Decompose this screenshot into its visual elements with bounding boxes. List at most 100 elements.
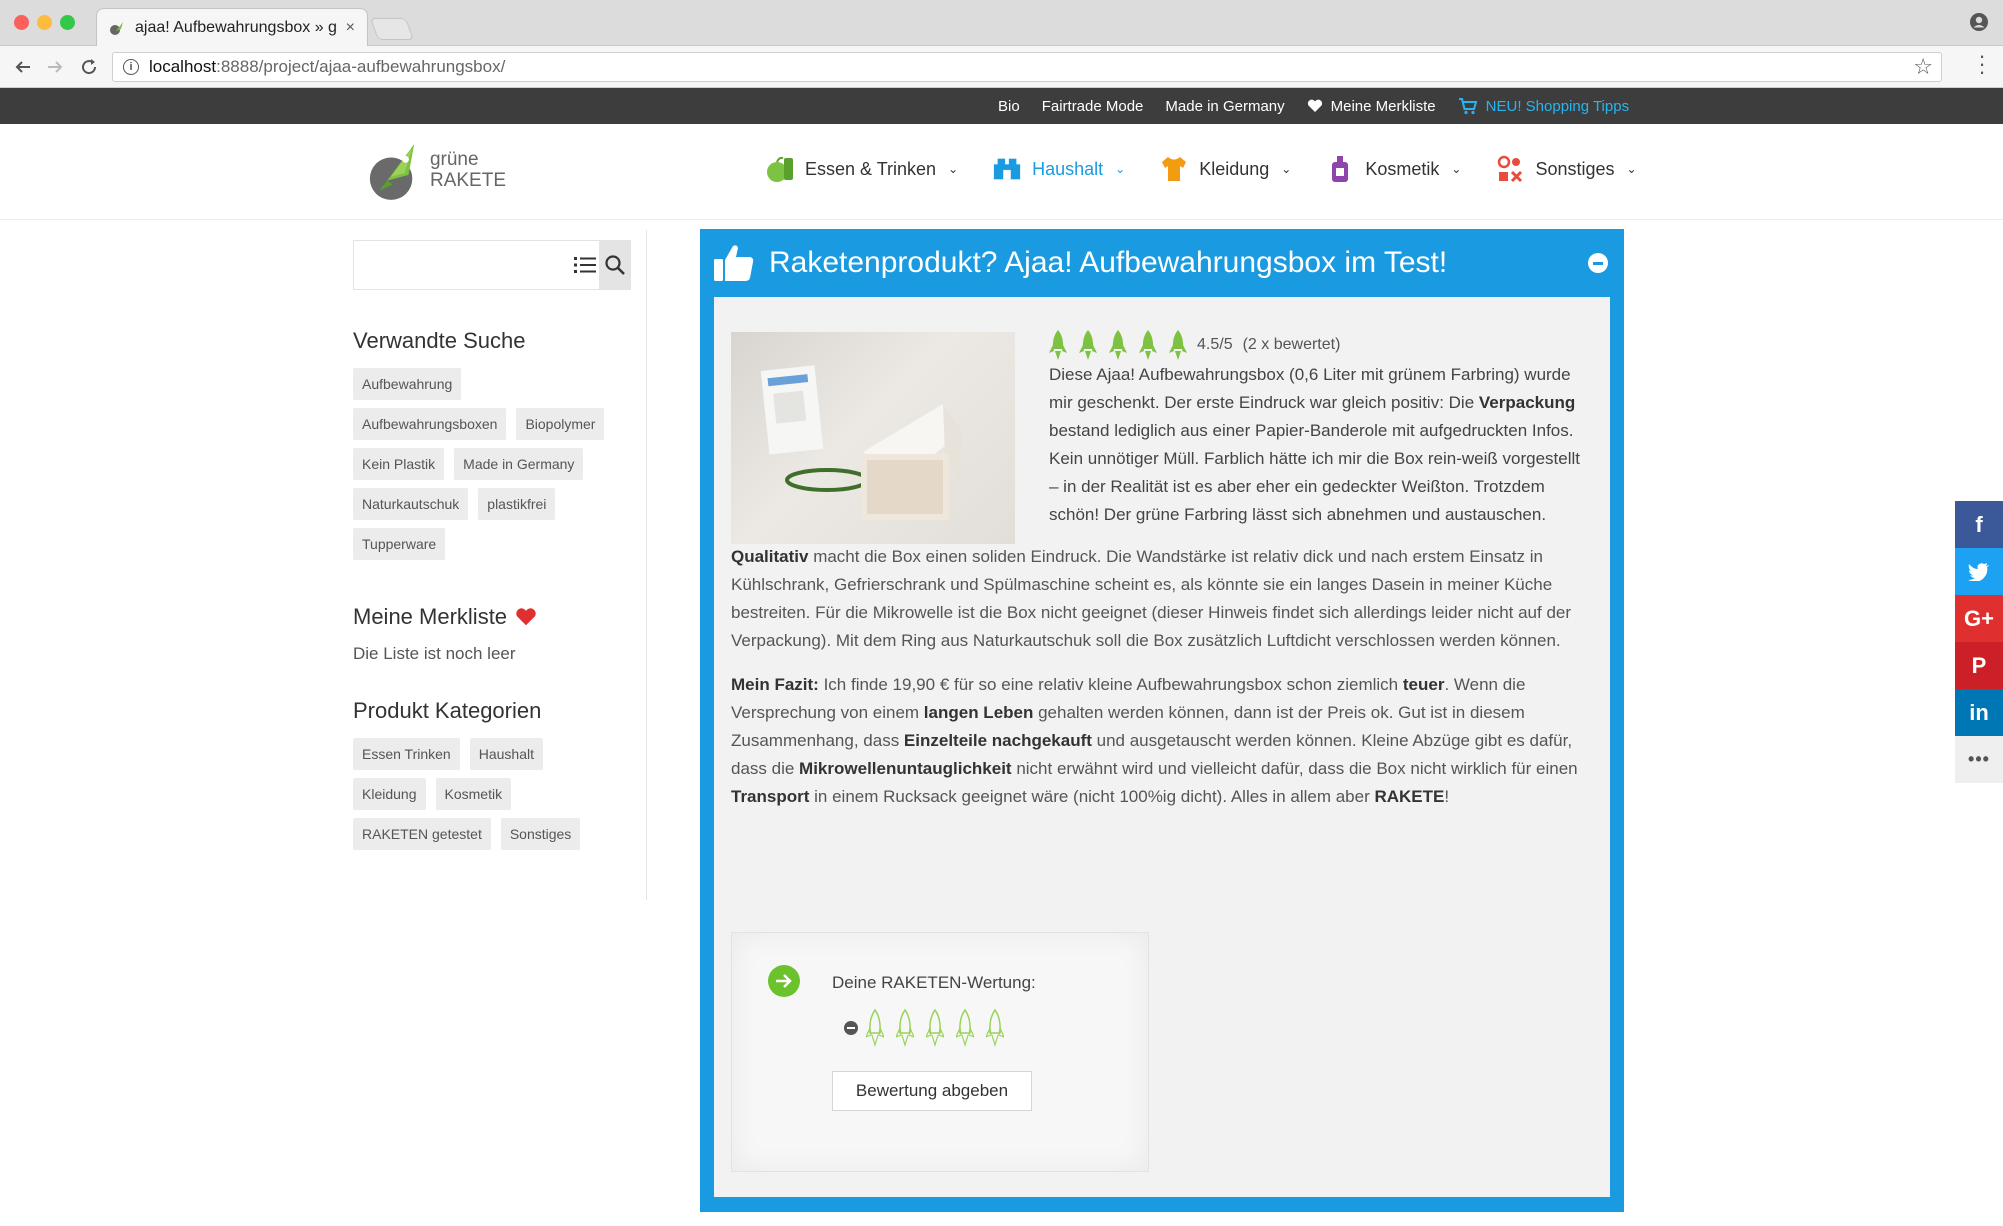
browser-menu-icon[interactable]: · · · — [1977, 45, 1987, 83]
pinterest-share-button[interactable]: P — [1955, 642, 2003, 689]
category-link[interactable]: Sonstiges — [500, 818, 581, 850]
browser-tab[interactable]: ajaa! Aufbewahrungsbox » grü × — [96, 8, 368, 47]
linkedin-share-button[interactable]: in — [1955, 689, 2003, 736]
chevron-down-icon: ⌄ — [1451, 162, 1462, 176]
nav-item-essen-trinken[interactable]: Essen & Trinken ⌄ — [765, 154, 958, 184]
more-share-button[interactable]: ••• — [1955, 736, 2003, 783]
googleplus-share-button[interactable]: G+ — [1955, 595, 2003, 642]
topbar-link-made-in-germany[interactable]: Made in Germany — [1165, 98, 1284, 115]
nav-item-kosmetik[interactable]: Kosmetik ⌄ — [1325, 154, 1461, 184]
site-logo[interactable]: grüne RAKETE — [366, 134, 506, 206]
article-header: Raketenprodukt? Ajaa! Aufbewahrungsbox i… — [700, 229, 1624, 297]
paragraph-text: Ich finde 19,90 € für so eine relativ kl… — [818, 675, 1403, 694]
tag-link[interactable]: Tupperware — [353, 528, 446, 560]
maximize-window-button[interactable] — [60, 15, 75, 30]
rocket-vote-icon[interactable] — [956, 1009, 974, 1047]
tag-link[interactable]: Naturkautschuk — [353, 488, 469, 520]
shapes-icon — [1495, 154, 1525, 184]
rocket-rating-icon — [1169, 330, 1187, 360]
facebook-share-button[interactable]: f — [1955, 501, 2003, 548]
nav-label: Sonstiges — [1535, 158, 1615, 179]
category-link[interactable]: Kosmetik — [435, 778, 512, 810]
search-input[interactable] — [354, 241, 571, 289]
tag-link[interactable]: Biopolymer — [516, 408, 605, 440]
paragraph-text: nicht erwähnt wird und vielleicht dafür,… — [1011, 759, 1578, 778]
rating-score: 4.5/5 — [1197, 336, 1233, 353]
logo-line-1: grüne — [429, 149, 479, 170]
article-title: Raketenprodukt? Ajaa! Aufbewahrungsbox i… — [769, 246, 1448, 279]
related-search-heading: Verwandte Suche — [353, 328, 526, 353]
nav-item-sonstiges[interactable]: Sonstiges ⌄ — [1495, 154, 1637, 184]
thumbs-up-icon — [714, 245, 754, 281]
topbar-link-fairtrade[interactable]: Fairtrade Mode — [1042, 98, 1144, 115]
bold-text: Qualitativ — [731, 547, 809, 566]
list-icon[interactable] — [571, 241, 600, 289]
reload-icon[interactable] — [78, 56, 100, 78]
bold-text: Mikrowellenuntauglichkeit — [799, 759, 1012, 778]
browser-tabstrip: ajaa! Aufbewahrungsbox » grü × — [0, 0, 2003, 47]
tag-link[interactable]: Aufbewahrung — [353, 368, 462, 400]
profile-icon[interactable] — [1969, 12, 1989, 32]
tab-title: ajaa! Aufbewahrungsbox » grü — [135, 19, 338, 36]
category-link[interactable]: Kleidung — [353, 778, 426, 810]
info-icon[interactable]: i — [123, 59, 139, 75]
shirt-icon — [1159, 154, 1189, 184]
nav-item-haushalt[interactable]: Haushalt ⌄ — [992, 154, 1125, 184]
address-bar[interactable]: i localhost:8888/project/ajaa-aufbewahru… — [112, 52, 1942, 82]
rocket-vote-icon[interactable] — [926, 1009, 944, 1047]
search-icon — [605, 255, 625, 275]
nav-label: Haushalt — [1032, 158, 1104, 179]
collapse-button[interactable] — [1588, 253, 1608, 273]
nav-label: Kleidung — [1199, 158, 1270, 179]
nav-label: Kosmetik — [1365, 158, 1440, 179]
article-box: Raketenprodukt? Ajaa! Aufbewahrungsbox i… — [700, 229, 1624, 1212]
chevron-down-icon: ⌄ — [1626, 162, 1637, 176]
topbar-link-wishlist[interactable]: Meine Merkliste — [1307, 98, 1436, 115]
rocket-vote-icon[interactable] — [896, 1009, 914, 1047]
rocket-vote-icon[interactable] — [866, 1009, 884, 1047]
rocket-rating-icon — [1109, 330, 1127, 360]
topbar-link-shopping-tips[interactable]: NEU! Shopping Tipps — [1458, 97, 1629, 115]
clear-rating-button[interactable] — [844, 1021, 858, 1035]
submit-rating-button[interactable]: Bewertung abgeben — [832, 1071, 1032, 1111]
minimize-window-button[interactable] — [37, 15, 52, 30]
tag-link[interactable]: Kein Plastik — [353, 448, 445, 480]
sidebar-divider — [646, 230, 647, 900]
close-window-button[interactable] — [14, 15, 29, 30]
vote-label: Deine RAKETEN-Wertung: — [832, 973, 1036, 992]
wishlist-empty-text: Die Liste ist noch leer — [353, 644, 516, 663]
category-link[interactable]: Essen Trinken — [353, 738, 460, 770]
bottle-icon — [1325, 154, 1355, 184]
tag-link[interactable]: Aufbewahrungsboxen — [353, 408, 507, 440]
bold-text: langen Leben — [923, 703, 1034, 722]
search-button[interactable] — [599, 241, 630, 289]
topbar-link-bio[interactable]: Bio — [998, 98, 1020, 115]
nav-item-kleidung[interactable]: Kleidung ⌄ — [1159, 154, 1291, 184]
intro-text-rest: bestand lediglich aus einer Papier-Bande… — [1049, 421, 1581, 524]
paragraph-quality: Qualitativ macht die Box einen soliden E… — [731, 543, 1593, 655]
forward-arrow-icon[interactable] — [44, 56, 66, 78]
new-tab-button[interactable] — [369, 18, 415, 40]
rocket-rating-icon — [1139, 330, 1157, 360]
tab-close-icon[interactable]: × — [346, 19, 355, 37]
rocket-vote-icon[interactable] — [986, 1009, 1004, 1047]
tag-link[interactable]: plastikfrei — [478, 488, 556, 520]
rating-count: (2 x bewertet) — [1242, 336, 1341, 353]
tag-link[interactable]: Made in Germany — [454, 448, 584, 480]
twitter-share-button[interactable] — [1955, 548, 2003, 595]
more-dots-icon: ••• — [1968, 749, 1990, 769]
bookmark-star-icon[interactable]: ☆ — [1913, 54, 1933, 80]
googleplus-icon: G+ — [1964, 605, 1994, 631]
rocket-favicon-icon — [109, 20, 125, 36]
related-tags: Aufbewahrung Aufbewahrungsboxen Biopolym… — [353, 368, 613, 560]
categories-heading: Produkt Kategorien — [353, 698, 542, 723]
heart-icon — [1307, 99, 1322, 112]
article-intro: 4.5/5 (2 x bewertet) Diese Ajaa! Aufbewa… — [1049, 329, 1593, 529]
category-link[interactable]: Haushalt — [469, 738, 543, 770]
category-link[interactable]: RAKETEN getestet — [353, 818, 491, 850]
facebook-icon: f — [1975, 511, 1983, 537]
article-body: 4.5/5 (2 x bewertet) Diese Ajaa! Aufbewa… — [714, 297, 1610, 1197]
url-path: :8888/project/ajaa-aufbewahrungsbox/ — [216, 57, 506, 76]
back-arrow-icon[interactable] — [12, 56, 34, 78]
bold-text: Einzelteile nachgekauft — [903, 731, 1092, 750]
